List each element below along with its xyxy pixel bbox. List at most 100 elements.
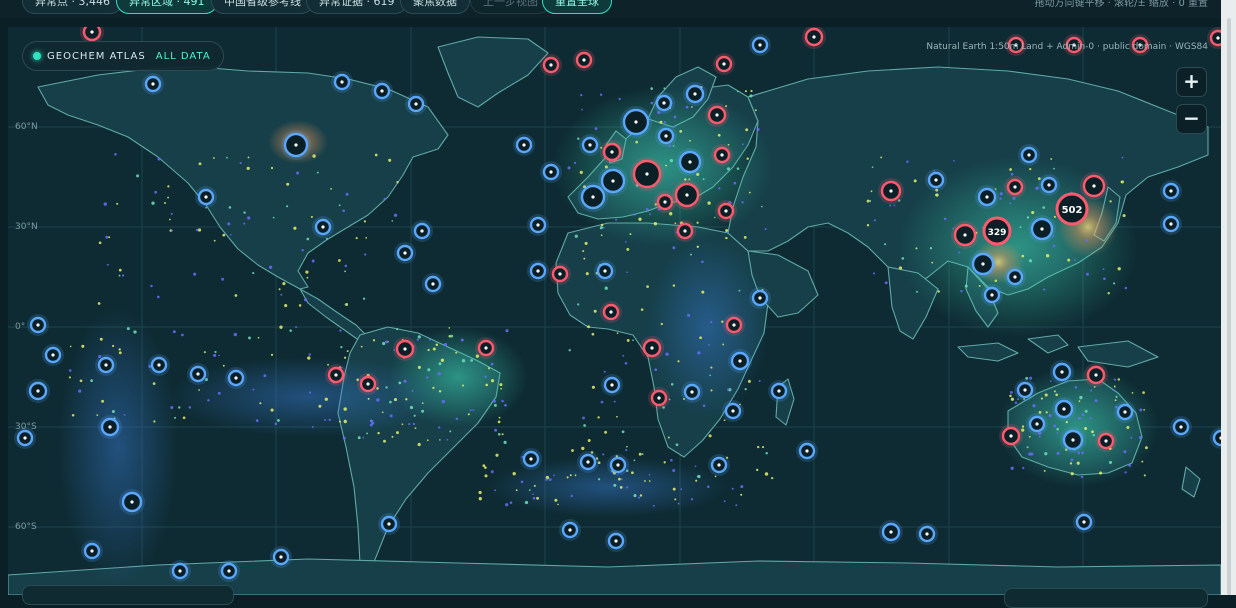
sample-marker-blue[interactable] bbox=[81, 540, 103, 562]
sample-marker-blue[interactable] bbox=[916, 523, 938, 545]
anomaly-evidence-pill[interactable]: 异常证据 · 619 bbox=[306, 0, 408, 14]
sample-marker-blue[interactable] bbox=[796, 440, 818, 462]
anomaly-marker-red[interactable] bbox=[723, 314, 745, 336]
anomaly-marker-red[interactable] bbox=[654, 191, 676, 213]
anomaly-marker-red[interactable] bbox=[357, 373, 379, 395]
anomaly-marker-red[interactable] bbox=[715, 200, 737, 222]
sample-marker-blue[interactable] bbox=[225, 367, 247, 389]
cluster-502[interactable]: 502 bbox=[1055, 192, 1089, 226]
sample-marker-blue[interactable] bbox=[601, 374, 623, 396]
world-map[interactable]: 502 329 bbox=[8, 27, 1221, 595]
sample-marker-blue[interactable] bbox=[969, 250, 997, 278]
sample-marker-blue[interactable] bbox=[540, 161, 562, 183]
anomaly-points-pill[interactable]: 异常点 · 3,446 bbox=[22, 0, 123, 14]
right-scrollbar[interactable] bbox=[1221, 0, 1236, 595]
anomaly-marker-red[interactable] bbox=[1084, 363, 1108, 387]
sample-marker-blue[interactable] bbox=[1018, 144, 1040, 166]
anomaly-marker-red[interactable] bbox=[630, 157, 664, 191]
sample-marker-blue[interactable] bbox=[1160, 213, 1182, 235]
sample-marker-blue[interactable] bbox=[749, 34, 771, 56]
reset-global-pill[interactable]: 重置全球 bbox=[542, 0, 612, 14]
sample-marker-blue[interactable] bbox=[148, 354, 170, 376]
sample-marker-blue[interactable] bbox=[520, 448, 542, 470]
sample-marker-blue[interactable] bbox=[1052, 397, 1076, 421]
anomaly-marker-red[interactable] bbox=[878, 178, 904, 204]
sample-marker-blue[interactable] bbox=[975, 185, 999, 209]
sample-marker-blue[interactable] bbox=[676, 148, 704, 176]
anomaly-marker-red[interactable] bbox=[951, 221, 979, 249]
sample-marker-blue[interactable] bbox=[728, 349, 752, 373]
sample-marker-blue[interactable] bbox=[683, 82, 707, 106]
sample-marker-blue[interactable] bbox=[281, 130, 311, 160]
anomaly-marker-red[interactable] bbox=[999, 424, 1023, 448]
zoom-out-button[interactable]: − bbox=[1176, 104, 1207, 134]
sample-marker-blue[interactable] bbox=[169, 560, 191, 582]
sample-marker-blue[interactable] bbox=[1004, 266, 1026, 288]
sample-marker-blue[interactable] bbox=[605, 530, 627, 552]
sample-marker-blue[interactable] bbox=[218, 560, 240, 582]
sample-marker-blue[interactable] bbox=[195, 186, 217, 208]
anomaly-marker-red[interactable] bbox=[600, 301, 622, 323]
anomaly-marker-red[interactable] bbox=[393, 337, 417, 361]
sample-marker-blue[interactable] bbox=[653, 92, 675, 114]
sample-marker-blue[interactable] bbox=[422, 273, 444, 295]
sample-marker-blue[interactable] bbox=[655, 125, 677, 147]
anomaly-marker-red[interactable] bbox=[674, 220, 696, 242]
sample-marker-blue[interactable] bbox=[577, 451, 599, 473]
anomaly-marker-red[interactable] bbox=[648, 387, 670, 409]
sample-marker-blue[interactable] bbox=[1050, 360, 1074, 384]
sample-marker-blue[interactable] bbox=[26, 379, 50, 403]
sample-marker-blue[interactable] bbox=[1073, 511, 1095, 533]
anomaly-regions-pill[interactable]: 异常区域 · 491 bbox=[116, 0, 218, 14]
sample-marker-blue[interactable] bbox=[371, 80, 393, 102]
anomaly-marker-red[interactable] bbox=[640, 336, 664, 360]
cluster-329[interactable]: 329 bbox=[982, 216, 1012, 246]
sample-marker-blue[interactable] bbox=[312, 216, 334, 238]
sample-marker-blue[interactable] bbox=[513, 134, 535, 156]
sample-marker-blue[interactable] bbox=[331, 71, 353, 93]
focus-data-pill[interactable]: 聚焦数据 bbox=[400, 0, 470, 14]
sample-marker-blue[interactable] bbox=[879, 520, 903, 544]
anomaly-marker-red[interactable] bbox=[1004, 176, 1026, 198]
sample-marker-blue[interactable] bbox=[1014, 379, 1036, 401]
anomaly-marker-red[interactable] bbox=[705, 103, 729, 127]
anomaly-marker-red[interactable] bbox=[600, 140, 624, 164]
sample-marker-blue[interactable] bbox=[559, 519, 581, 541]
sample-marker-blue[interactable] bbox=[578, 182, 608, 212]
anomaly-marker-red[interactable] bbox=[549, 263, 571, 285]
sample-marker-blue[interactable] bbox=[527, 260, 549, 282]
sample-marker-blue[interactable] bbox=[749, 287, 771, 309]
sample-marker-blue[interactable] bbox=[594, 260, 616, 282]
sample-marker-blue[interactable] bbox=[142, 73, 164, 95]
sample-marker-blue[interactable] bbox=[95, 354, 117, 376]
sample-marker-blue[interactable] bbox=[620, 106, 652, 138]
anomaly-marker-red[interactable] bbox=[1095, 430, 1117, 452]
anomaly-marker-red[interactable] bbox=[711, 144, 733, 166]
scrollbar-thumb[interactable] bbox=[1227, 18, 1231, 595]
sample-marker-blue[interactable] bbox=[42, 344, 64, 366]
anomaly-marker-red[interactable] bbox=[672, 180, 702, 210]
sample-marker-blue[interactable] bbox=[1038, 174, 1060, 196]
sample-marker-blue[interactable] bbox=[1170, 416, 1192, 438]
sample-marker-blue[interactable] bbox=[681, 381, 703, 403]
sample-marker-blue[interactable] bbox=[579, 134, 601, 156]
sample-marker-blue[interactable] bbox=[98, 415, 122, 439]
sample-marker-blue[interactable] bbox=[981, 284, 1003, 306]
sample-marker-blue[interactable] bbox=[378, 513, 400, 535]
china-province-lines-pill[interactable]: 中国省级参考线 bbox=[211, 0, 314, 14]
sample-marker-blue[interactable] bbox=[270, 546, 292, 568]
anomaly-marker-red[interactable] bbox=[325, 364, 347, 386]
sample-marker-blue[interactable] bbox=[394, 242, 416, 264]
sample-marker-blue[interactable] bbox=[1028, 215, 1056, 243]
anomaly-marker-red[interactable] bbox=[1080, 172, 1108, 200]
anomaly-marker-red[interactable] bbox=[475, 337, 497, 359]
zoom-in-button[interactable]: + bbox=[1176, 67, 1207, 97]
sample-marker-blue[interactable] bbox=[607, 454, 629, 476]
sample-marker-blue[interactable] bbox=[1114, 401, 1136, 423]
sample-marker-blue[interactable] bbox=[1060, 427, 1086, 453]
sample-marker-blue[interactable] bbox=[405, 93, 427, 115]
sample-marker-blue[interactable] bbox=[1160, 180, 1182, 202]
anomaly-marker-red[interactable] bbox=[540, 54, 562, 76]
sample-marker-blue[interactable] bbox=[722, 400, 744, 422]
sample-marker-blue[interactable] bbox=[768, 380, 790, 402]
